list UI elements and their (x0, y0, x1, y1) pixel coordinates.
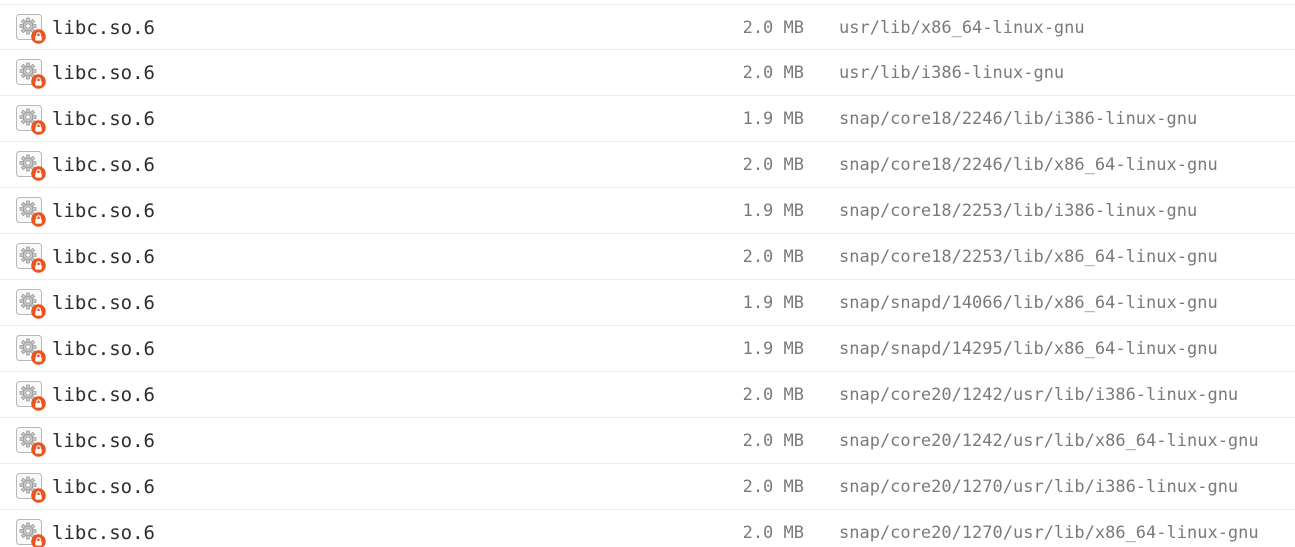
shared-library-icon-graphic (16, 289, 46, 319)
file-size: 2.0 MB (742, 385, 804, 405)
shared-library-icon-graphic (16, 197, 46, 227)
file-row[interactable]: libc.so.6 1.9 MB snap/snapd/14295/lib/x8… (0, 326, 1295, 372)
shared-library-icon-graphic (16, 519, 46, 547)
file-name: libc.so.6 (52, 292, 155, 314)
shared-library-icon-graphic (16, 381, 46, 411)
file-name: libc.so.6 (52, 62, 155, 84)
file-location: snap/core18/2246/lib/x86_64-linux-gnu (839, 155, 1218, 175)
file-row[interactable]: libc.so.6 2.0 MB snap/core18/2246/lib/x8… (0, 142, 1295, 188)
file-name: libc.so.6 (52, 17, 155, 39)
file-name: libc.so.6 (52, 154, 155, 176)
file-size: 1.9 MB (742, 109, 804, 129)
lock-icon (31, 212, 46, 227)
file-name: libc.so.6 (52, 384, 155, 406)
shared-library-icon (16, 14, 46, 44)
file-location: snap/snapd/14295/lib/x86_64-linux-gnu (839, 339, 1218, 359)
file-name: libc.so.6 (52, 200, 155, 222)
file-location: snap/core18/2253/lib/x86_64-linux-gnu (839, 247, 1218, 267)
shared-library-icon-graphic (16, 59, 46, 89)
shared-library-icon (16, 59, 46, 89)
shared-library-icon-graphic (16, 14, 46, 44)
lock-icon (31, 304, 46, 319)
shared-library-icon (16, 519, 46, 547)
file-row[interactable]: libc.so.6 1.9 MB snap/snapd/14066/lib/x8… (0, 280, 1295, 326)
shared-library-icon (16, 151, 46, 181)
file-size: 1.9 MB (742, 293, 804, 313)
lock-icon (31, 396, 46, 411)
file-size: 1.9 MB (742, 201, 804, 221)
file-name: libc.so.6 (52, 476, 155, 498)
file-row[interactable]: libc.so.6 2.0 MB snap/core20/1270/usr/li… (0, 510, 1295, 547)
file-size: 2.0 MB (742, 247, 804, 267)
shared-library-icon-graphic (16, 105, 46, 135)
file-name: libc.so.6 (52, 338, 155, 360)
file-name: libc.so.6 (52, 430, 155, 452)
shared-library-icon-graphic (16, 473, 46, 503)
file-location: snap/snapd/14066/lib/x86_64-linux-gnu (839, 293, 1218, 313)
file-size: 2.0 MB (742, 63, 804, 83)
lock-icon (31, 120, 46, 135)
shared-library-icon-graphic (16, 243, 46, 273)
shared-library-icon-graphic (16, 151, 46, 181)
file-name: libc.so.6 (52, 522, 155, 544)
shared-library-icon (16, 289, 46, 319)
shared-library-icon (16, 335, 46, 365)
file-location: usr/lib/i386-linux-gnu (839, 63, 1065, 83)
lock-icon (31, 29, 46, 44)
shared-library-icon (16, 243, 46, 273)
file-size: 2.0 MB (742, 431, 804, 451)
search-results-list[interactable]: libc.so.6 2.0 MB usr/lib/x86_64-linux-gn… (0, 0, 1295, 547)
lock-icon (31, 258, 46, 273)
file-size: 2.0 MB (742, 523, 804, 543)
file-name: libc.so.6 (52, 108, 155, 130)
file-row[interactable]: libc.so.6 2.0 MB usr/lib/i386-linux-gnu (0, 50, 1295, 96)
file-row[interactable]: libc.so.6 2.0 MB snap/core18/2253/lib/x8… (0, 234, 1295, 280)
file-name: libc.so.6 (52, 246, 155, 268)
file-size: 2.0 MB (742, 155, 804, 175)
lock-icon (31, 488, 46, 503)
file-location: snap/core20/1242/usr/lib/x86_64-linux-gn… (839, 431, 1259, 451)
file-row[interactable]: libc.so.6 2.0 MB snap/core20/1242/usr/li… (0, 372, 1295, 418)
lock-icon (31, 74, 46, 89)
file-row[interactable]: libc.so.6 2.0 MB snap/core20/1242/usr/li… (0, 418, 1295, 464)
file-size: 1.9 MB (742, 339, 804, 359)
file-location: snap/core18/2246/lib/i386-linux-gnu (839, 109, 1198, 129)
file-location: usr/lib/x86_64-linux-gnu (839, 18, 1085, 38)
shared-library-icon (16, 473, 46, 503)
shared-library-icon (16, 427, 46, 457)
lock-icon (31, 442, 46, 457)
lock-icon (31, 350, 46, 365)
file-location: snap/core20/1270/usr/lib/i386-linux-gnu (839, 477, 1239, 497)
shared-library-icon (16, 381, 46, 411)
shared-library-icon (16, 105, 46, 135)
file-size: 2.0 MB (742, 477, 804, 497)
lock-icon (31, 166, 46, 181)
shared-library-icon (16, 197, 46, 227)
file-location: snap/core18/2253/lib/i386-linux-gnu (839, 201, 1198, 221)
shared-library-icon-graphic (16, 335, 46, 365)
file-row[interactable]: libc.so.6 1.9 MB snap/core18/2253/lib/i3… (0, 188, 1295, 234)
file-row[interactable]: libc.so.6 2.0 MB snap/core20/1270/usr/li… (0, 464, 1295, 510)
file-row[interactable]: libc.so.6 2.0 MB usr/lib/x86_64-linux-gn… (0, 4, 1295, 50)
file-size: 2.0 MB (742, 18, 804, 38)
file-location: snap/core20/1270/usr/lib/x86_64-linux-gn… (839, 523, 1259, 543)
file-row[interactable]: libc.so.6 1.9 MB snap/core18/2246/lib/i3… (0, 96, 1295, 142)
shared-library-icon-graphic (16, 427, 46, 457)
file-location: snap/core20/1242/usr/lib/i386-linux-gnu (839, 385, 1239, 405)
